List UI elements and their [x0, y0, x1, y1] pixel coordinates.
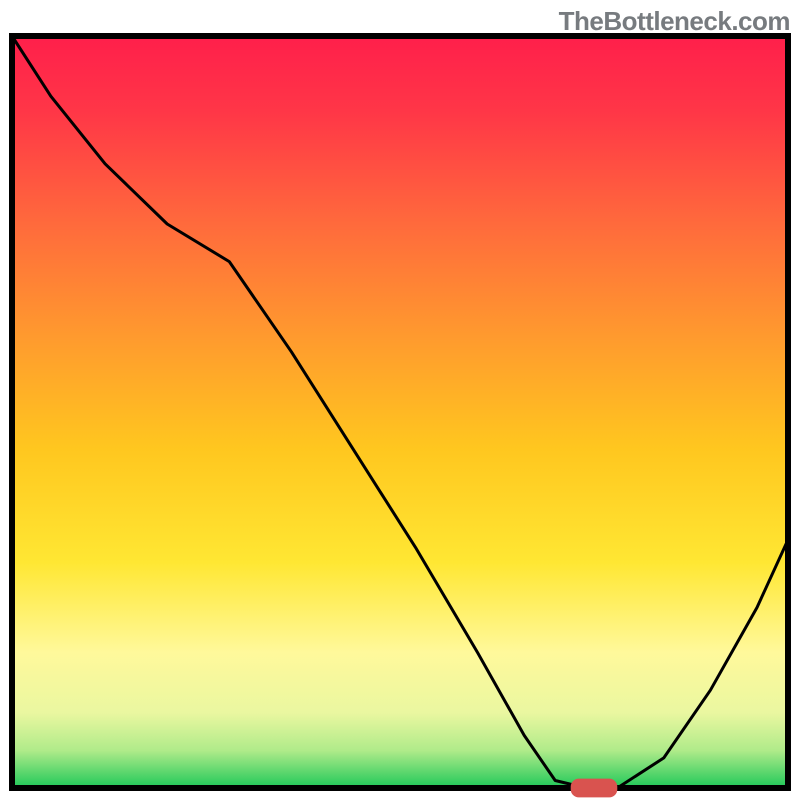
bottleneck-chart — [0, 0, 800, 800]
optimal-marker — [571, 779, 618, 798]
watermark-text: TheBottleneck.com — [559, 6, 790, 37]
plot-background — [12, 36, 788, 788]
chart-frame: TheBottleneck.com — [0, 0, 800, 800]
